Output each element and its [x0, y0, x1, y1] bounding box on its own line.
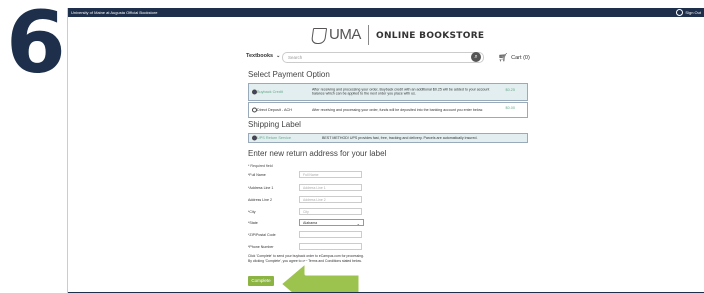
option-price: $0.00 — [505, 106, 515, 110]
full-name-input[interactable]: Full Name — [299, 171, 362, 178]
address-line1-input[interactable]: Address Line 1 — [299, 184, 362, 191]
shipping-title: Shipping Label — [248, 120, 301, 129]
step-number: 6 — [6, 0, 66, 93]
user-icon — [676, 9, 684, 16]
option-desc: After receiving and processing your orde… — [312, 87, 490, 96]
field-label: *Phone Number — [248, 245, 274, 249]
option-name: Buyback Credit — [257, 90, 283, 94]
shipping-option-ups[interactable]: UPS Return Service BEST METHOD! UPS prov… — [248, 133, 528, 143]
search-icon[interactable]: ⌕ — [471, 52, 481, 62]
cart-icon: 🛒︎ — [498, 53, 509, 62]
search-row: Textbooks ⌄ Search ⌕ 🛒︎ Cart (0) — [68, 52, 704, 66]
textbooks-dropdown[interactable]: Textbooks ⌄ — [246, 53, 280, 59]
payment-title: Select Payment Option — [248, 70, 330, 79]
field-label: *City — [248, 210, 256, 214]
textbooks-label: Textbooks — [246, 53, 274, 59]
chevron-down-icon: ⌄ — [356, 221, 360, 226]
complete-button[interactable]: Complete — [248, 276, 274, 286]
state-select[interactable]: Alabama ⌄ — [299, 219, 364, 226]
site-name: University of Maine at Augusta Official … — [71, 10, 158, 15]
state-value: Alabama — [303, 221, 318, 225]
phone-input[interactable] — [299, 243, 362, 250]
option-name: Direct Deposit - ACH — [257, 108, 293, 112]
chevron-down-icon: ⌄ — [276, 53, 281, 59]
option-desc: BEST METHOD! UPS provides fast, free, tr… — [322, 135, 478, 140]
zip-input[interactable] — [299, 231, 362, 238]
logo-uma-text: UMA — [329, 26, 361, 43]
browser-frame: University of Maine at Augusta Official … — [67, 8, 704, 293]
payment-option-ach[interactable]: Direct Deposit - ACH After receiving and… — [248, 102, 528, 118]
address-line2-input[interactable]: Address Line 2 — [299, 196, 362, 203]
city-input[interactable]: City — [299, 208, 362, 215]
shield-logo-icon — [310, 28, 328, 44]
top-bar: University of Maine at Augusta Official … — [68, 8, 704, 17]
option-price: $0.25 — [505, 88, 515, 92]
logo[interactable]: UMA ONLINE BOOKSTORE — [68, 22, 704, 50]
pointer-arrow-icon — [278, 260, 362, 293]
sign-out-label: Sign Out — [685, 10, 701, 15]
field-label: *ZIP/Postal Code — [248, 233, 276, 237]
field-label: *State — [248, 221, 258, 225]
address-title: Enter new return address for your label — [248, 149, 387, 158]
field-label: *Address Line 1 — [248, 186, 274, 190]
payment-option-buyback[interactable]: Buyback Credit After receiving and proce… — [248, 83, 528, 101]
logo-store-text: ONLINE BOOKSTORE — [376, 31, 485, 41]
cart-link[interactable]: 🛒︎ Cart (0) — [498, 53, 530, 62]
field-label: *Full Name — [248, 173, 266, 177]
field-label: Address Line 2 — [248, 198, 272, 202]
sign-out-link[interactable]: Sign Out — [676, 8, 701, 17]
required-note: * Required field — [248, 164, 273, 168]
cart-label: Cart (0) — [511, 54, 530, 61]
option-desc: After receiving and processing your orde… — [312, 107, 484, 112]
logo-divider — [368, 25, 369, 45]
option-name: UPS Return Service — [257, 136, 291, 140]
search-input[interactable]: Search — [282, 52, 484, 63]
